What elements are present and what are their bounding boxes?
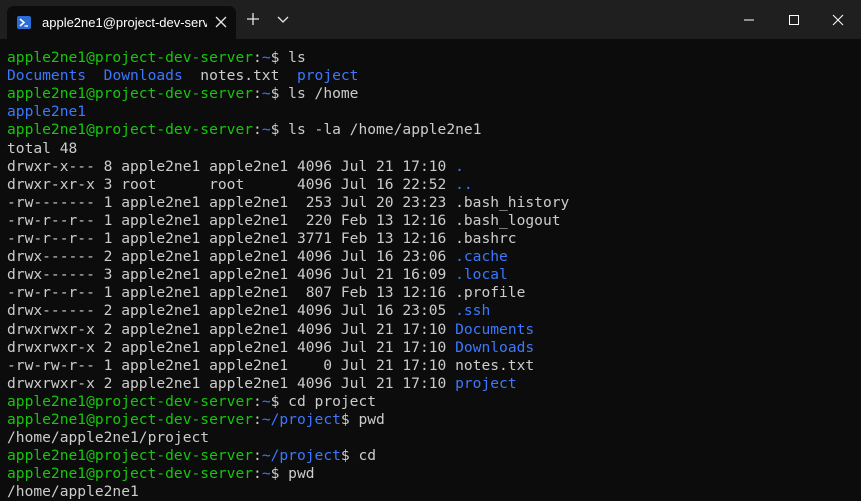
chevron-down-icon[interactable]	[276, 13, 290, 25]
terminal-line: drwx------ 2 apple2ne1 apple2ne1 4096 Ju…	[7, 248, 508, 266]
terminal-text-segment: apple2ne1@project-dev-server	[7, 465, 254, 483]
terminal-text-segment: drwxr-xr-x 3 root root 4096 Jul 16 22:52	[7, 175, 456, 193]
terminal-text-segment: notes.txt	[182, 67, 297, 85]
terminal-line: drwx------ 2 apple2ne1 apple2ne1 4096 Ju…	[7, 302, 490, 320]
terminal-text-segment: drwx------ 2 apple2ne1 apple2ne1 4096 Ju…	[7, 302, 456, 320]
terminal-line: Documents Downloads notes.txt project	[7, 67, 358, 85]
terminal-line: /home/apple2ne1/project	[7, 429, 209, 447]
terminal-text-segment: Downloads	[455, 338, 535, 356]
terminal-line: apple2ne1@project-dev-server:~/project$ …	[7, 411, 385, 429]
terminal-line: apple2ne1@project-dev-server:~/project$ …	[7, 447, 376, 465]
terminal-line: apple2ne1@project-dev-server:~$ ls -la /…	[7, 121, 481, 139]
terminal-text-segment: /home/apple2ne1/project	[7, 429, 210, 447]
terminal-text-segment: Documents	[455, 320, 535, 338]
terminal-line: apple2ne1@project-dev-server:~$ pwd	[7, 465, 315, 483]
terminal-text-segment: drwx------ 2 apple2ne1 apple2ne1 4096 Ju…	[7, 248, 456, 266]
terminal-text-segment: $ pwd	[340, 411, 385, 428]
terminal-text-segment: $ cd	[340, 447, 377, 465]
terminal-text-segment: :	[253, 121, 262, 139]
minimize-icon[interactable]	[726, 9, 772, 31]
terminal-line: apple2ne1@project-dev-server:~$ ls	[7, 49, 306, 67]
terminal-text-segment: -rw-r--r-- 1 apple2ne1 apple2ne1 3771 Fe…	[7, 230, 517, 247]
terminal-text-segment: Downloads	[103, 67, 183, 85]
terminal-line: total 48	[7, 140, 77, 158]
terminal-output[interactable]: apple2ne1@project-dev-server:~$ ls Docume…	[0, 39, 861, 500]
terminal-text-segment: drwxr-x--- 8 apple2ne1 apple2ne1 4096 Ju…	[7, 157, 456, 175]
terminal-text-segment: ..	[455, 175, 473, 193]
plus-icon[interactable]	[246, 12, 260, 26]
terminal-text-segment: :	[253, 411, 262, 428]
terminal-text-segment: ~	[261, 121, 271, 139]
terminal-text-segment: $ pwd	[270, 465, 315, 483]
terminal-text-segment: ~	[261, 85, 271, 103]
terminal-line: apple2ne1@project-dev-server:~$ cd proje…	[7, 393, 376, 411]
terminal-text-segment: drwxrwxr-x 2 apple2ne1 apple2ne1 4096 Ju…	[7, 320, 456, 338]
terminal-text-segment: -rw-r--r-- 1 apple2ne1 apple2ne1 807 Feb…	[7, 284, 526, 302]
powershell-icon	[17, 16, 31, 29]
terminal-text-segment: -rw------- 1 apple2ne1 apple2ne1 253 Jul…	[7, 193, 570, 211]
terminal-line: apple2ne1	[7, 103, 86, 121]
terminal-text-segment: Documents	[7, 67, 87, 85]
terminal-text-segment: /home/apple2ne1	[7, 483, 139, 501]
terminal-text-segment: ~/project	[261, 411, 341, 428]
terminal-line: -rw-rw-r-- 1 apple2ne1 apple2ne1 0 Jul 2…	[7, 357, 534, 375]
terminal-tab[interactable]: apple2ne1@project-dev-serve	[7, 6, 236, 39]
terminal-text-segment: -rw-rw-r-- 1 apple2ne1 apple2ne1 0 Jul 2…	[7, 356, 535, 374]
terminal-text-segment: drwx------ 3 apple2ne1 apple2ne1 4096 Ju…	[7, 266, 456, 284]
terminal-text-segment: apple2ne1	[7, 103, 87, 121]
terminal-line: drwxrwxr-x 2 apple2ne1 apple2ne1 4096 Ju…	[7, 375, 517, 393]
terminal-text-segment: project	[296, 67, 359, 85]
terminal-text-segment: drwxrwxr-x 2 apple2ne1 apple2ne1 4096 Ju…	[7, 338, 456, 356]
terminal-text-segment: apple2ne1@project-dev-server	[7, 121, 254, 139]
terminal-text-segment: :	[253, 85, 262, 103]
terminal-text-segment: ~/project	[261, 447, 341, 465]
terminal-text-segment: .	[455, 157, 464, 175]
title-bar: apple2ne1@project-dev-serve	[0, 0, 861, 39]
terminal-text-segment: total 48	[7, 139, 78, 157]
close-window-icon[interactable]	[815, 9, 861, 31]
terminal-line: -rw------- 1 apple2ne1 apple2ne1 253 Jul…	[7, 194, 569, 212]
terminal-line: drwxr-xr-x 3 root root 4096 Jul 16 22:52…	[7, 176, 473, 194]
terminal-text-segment: apple2ne1@project-dev-server	[7, 49, 254, 66]
tab-title: apple2ne1@project-dev-serve	[42, 15, 207, 30]
terminal-line: -rw-r--r-- 1 apple2ne1 apple2ne1 3771 Fe…	[7, 230, 517, 248]
terminal-text-segment: $ ls -la /home/apple2ne1	[270, 121, 482, 139]
terminal-line: -rw-r--r-- 1 apple2ne1 apple2ne1 220 Feb…	[7, 212, 561, 230]
terminal-line: drwxrwxr-x 2 apple2ne1 apple2ne1 4096 Ju…	[7, 339, 534, 357]
terminal-text-segment: ~	[261, 49, 271, 66]
terminal-text-segment: apple2ne1@project-dev-server	[7, 392, 254, 410]
terminal-text-segment: drwxrwxr-x 2 apple2ne1 apple2ne1 4096 Ju…	[7, 374, 456, 392]
terminal-text-segment: :	[253, 392, 262, 410]
maximize-icon[interactable]	[771, 9, 817, 31]
terminal-text-segment: $ cd project	[270, 392, 377, 410]
terminal-text-segment: :	[253, 49, 262, 66]
terminal-text-segment: ~	[261, 465, 271, 483]
terminal-text-segment: :	[253, 447, 262, 465]
terminal-line: -rw-r--r-- 1 apple2ne1 apple2ne1 807 Feb…	[7, 284, 525, 302]
terminal-text-segment: apple2ne1@project-dev-server	[7, 85, 254, 103]
terminal-text-segment: apple2ne1@project-dev-server	[7, 411, 254, 428]
terminal-text-segment: .ssh	[455, 302, 491, 320]
terminal-text-segment: :	[253, 465, 262, 483]
terminal-text-segment: $ ls	[270, 49, 306, 66]
terminal-text-segment: .cache	[455, 248, 508, 266]
close-icon[interactable]	[215, 16, 227, 28]
terminal-text-segment: $ ls /home	[270, 85, 359, 103]
terminal-text-segment: -rw-r--r-- 1 apple2ne1 apple2ne1 220 Feb…	[7, 211, 561, 229]
terminal-line: drwxrwxr-x 2 apple2ne1 apple2ne1 4096 Ju…	[7, 321, 534, 339]
terminal-line: /home/apple2ne1	[7, 483, 139, 501]
terminal-text-segment: project	[455, 374, 517, 392]
terminal-text-segment: apple2ne1@project-dev-server	[7, 447, 254, 465]
terminal-text-segment: ~	[261, 392, 271, 410]
terminal-line: drwxr-x--- 8 apple2ne1 apple2ne1 4096 Ju…	[7, 158, 464, 176]
terminal-text-segment: .local	[455, 266, 508, 284]
terminal-line: drwx------ 3 apple2ne1 apple2ne1 4096 Ju…	[7, 266, 508, 284]
terminal-line: apple2ne1@project-dev-server:~$ ls /home	[7, 85, 358, 103]
